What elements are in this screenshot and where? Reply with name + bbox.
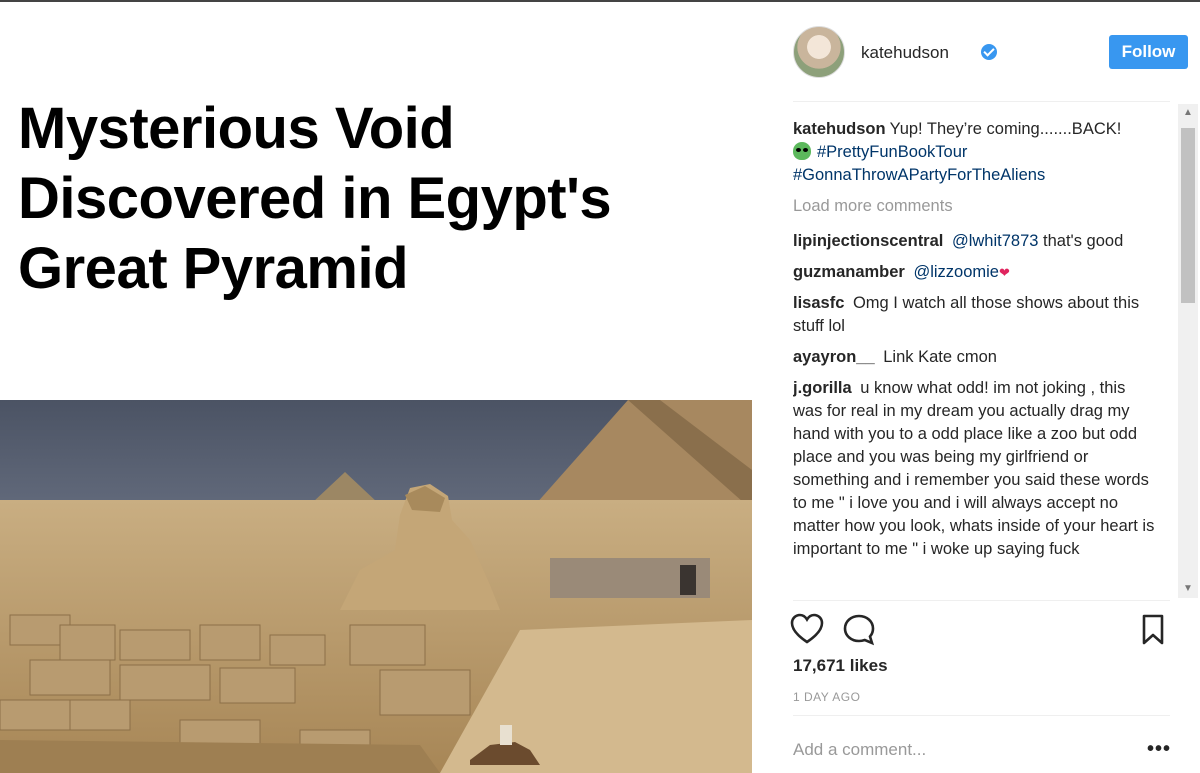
post-timestamp: 1 DAY AGO [793,690,861,704]
hashtag-link[interactable]: #PrettyFunBookTour [817,143,967,161]
more-options-button[interactable]: ••• [1147,738,1171,761]
hashtag-link[interactable]: #GonnaThrowAPartyForTheAliens [793,166,1045,184]
header-divider [793,101,1170,102]
post-media: Mysterious Void Discovered in Egypt's Gr… [0,2,775,773]
alien-emoji-icon [793,142,811,160]
list-item: lisasfc Omg I watch all those shows abou… [793,292,1155,338]
post-actions [790,612,1171,652]
heart-icon[interactable] [789,612,825,648]
comments-list: katehudson Yup! They’re coming.......BACK… [793,118,1155,598]
comment-username[interactable]: guzmanamber [793,263,905,281]
verified-icon [981,44,997,60]
mention-link[interactable]: @lizzoomie [913,263,999,281]
comment-username[interactable]: lipinjectionscentral [793,232,943,250]
list-item: ayayron__ Link Kate cmon [793,346,1155,369]
add-comment-input[interactable]: Add a comment... [793,740,926,760]
scroll-thumb[interactable] [1181,128,1195,303]
actions-divider [793,600,1170,601]
avatar[interactable] [793,26,845,78]
post-headline: Mysterious Void Discovered in Egypt's Gr… [18,96,612,301]
caption-text: Yup! They’re coming.......BACK! [889,120,1122,138]
heart-emoji-icon: ❤ [998,265,1010,280]
caption-username[interactable]: katehudson [793,120,886,138]
comments-scrollbar[interactable]: ▲ ▼ [1178,104,1198,598]
list-item: guzmanamber @lizzoomie❤ [793,261,1155,284]
caption: katehudson Yup! They’re coming.......BACK… [793,118,1155,187]
comment-username[interactable]: lisasfc [793,294,844,312]
comment-text: Link Kate cmon [883,348,997,366]
likes-count[interactable]: 17,671 likes [793,656,888,676]
comment-text: u know what odd! im not joking , this wa… [793,379,1155,558]
comment-box-divider [793,715,1170,716]
comment-username[interactable]: j.gorilla [793,379,852,397]
load-more-comments-button[interactable]: Load more comments [793,195,1155,218]
bookmark-icon[interactable] [1135,612,1171,648]
scroll-up-arrow-icon[interactable]: ▲ [1178,104,1198,122]
list-item: j.gorilla u know what odd! im not joking… [793,377,1155,561]
list-item: lipinjectionscentral @lwhit7873 that's g… [793,230,1155,253]
header-username[interactable]: katehudson [861,43,949,63]
pyramid-photo [0,400,752,773]
comment-text: that's good [1043,232,1124,250]
mention-link[interactable]: @lwhit7873 [952,232,1038,250]
post-header: katehudson Follow [793,22,1188,84]
comment-icon[interactable] [841,612,877,648]
follow-button[interactable]: Follow [1109,35,1188,69]
scroll-down-arrow-icon[interactable]: ▼ [1178,580,1198,598]
comment-username[interactable]: ayayron__ [793,348,875,366]
comment-text: Omg I watch all those shows about this s… [793,294,1140,335]
